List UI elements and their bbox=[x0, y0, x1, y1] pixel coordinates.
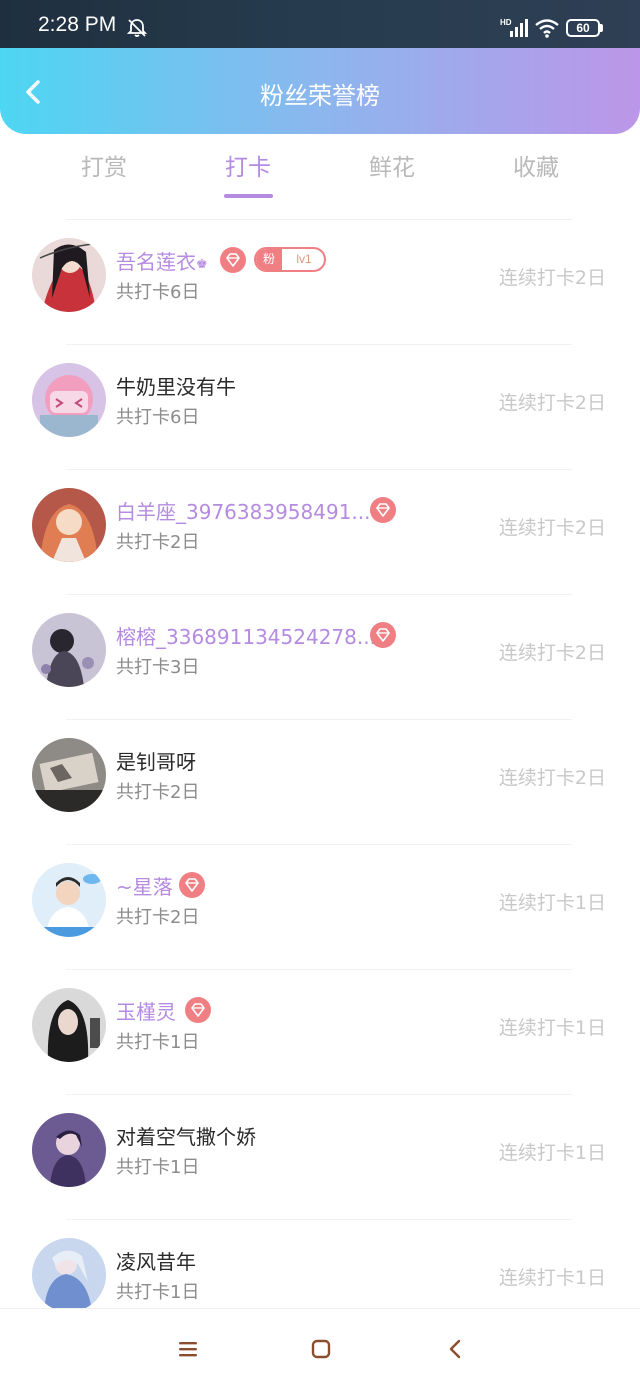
streak-checkin: 连续打卡1日 bbox=[498, 1017, 606, 1039]
avatar[interactable] bbox=[32, 363, 106, 437]
svg-text:HD: HD bbox=[500, 18, 512, 27]
streak-checkin: 连续打卡1日 bbox=[498, 1267, 606, 1289]
total-checkin: 共打卡2日 bbox=[116, 907, 200, 928]
hd-signal-icon: HD bbox=[500, 18, 528, 37]
user-name: 凌风昔年 bbox=[116, 1250, 196, 1274]
diamond-badge-icon bbox=[370, 497, 396, 523]
avatar[interactable] bbox=[32, 613, 106, 687]
user-name: 玉槿灵 bbox=[116, 1000, 176, 1024]
diamond-badge-icon bbox=[185, 997, 211, 1023]
fan-level-badge: 粉 lv1 bbox=[254, 247, 326, 272]
avatar[interactable] bbox=[32, 738, 106, 812]
page-title: 粉丝荣誉榜 bbox=[260, 82, 380, 110]
menu-icon[interactable] bbox=[177, 1339, 199, 1359]
home-icon[interactable] bbox=[310, 1338, 332, 1360]
wifi-icon bbox=[535, 19, 559, 38]
list-item[interactable]: 白羊座_3976383958491... 共打卡2日 连续打卡2日 bbox=[0, 470, 640, 595]
user-name: 白羊座_3976383958491... bbox=[116, 500, 371, 524]
list-item[interactable]: 吾名莲衣♚ 粉 lv1 共打卡6日 连续打卡2日 bbox=[0, 220, 640, 345]
crown-icon: ♚ bbox=[196, 257, 208, 272]
streak-checkin: 连续打卡2日 bbox=[498, 517, 606, 539]
system-nav-bar bbox=[0, 1308, 640, 1387]
tab-checkin[interactable]: 打卡 bbox=[188, 148, 308, 188]
streak-checkin: 连续打卡2日 bbox=[498, 392, 606, 414]
streak-checkin: 连续打卡1日 bbox=[498, 892, 606, 914]
list-item[interactable]: 对着空气撒个娇 共打卡1日 连续打卡1日 bbox=[0, 1095, 640, 1220]
list-item[interactable]: ~星落 共打卡2日 连续打卡1日 bbox=[0, 845, 640, 970]
avatar[interactable] bbox=[32, 1238, 106, 1312]
list-item[interactable]: 榕榕_336891134524278... 共打卡3日 连续打卡2日 bbox=[0, 595, 640, 720]
diamond-badge-icon bbox=[179, 872, 205, 898]
tab-reward[interactable]: 打赏 bbox=[44, 148, 164, 188]
status-time: 2:28 PM bbox=[38, 13, 117, 36]
diamond-badge-icon bbox=[370, 622, 396, 648]
list-item[interactable]: 是钊哥呀 共打卡2日 连续打卡2日 bbox=[0, 720, 640, 845]
tab-favorites[interactable]: 收藏 bbox=[476, 148, 596, 188]
total-checkin: 共打卡6日 bbox=[116, 282, 200, 303]
total-checkin: 共打卡6日 bbox=[116, 407, 200, 428]
total-checkin: 共打卡3日 bbox=[116, 657, 200, 678]
streak-checkin: 连续打卡2日 bbox=[498, 267, 606, 289]
avatar[interactable] bbox=[32, 988, 106, 1062]
streak-checkin: 连续打卡2日 bbox=[498, 642, 606, 664]
user-name: 是钊哥呀 bbox=[116, 750, 196, 774]
total-checkin: 共打卡1日 bbox=[116, 1157, 200, 1178]
total-checkin: 共打卡1日 bbox=[116, 1282, 200, 1303]
avatar[interactable] bbox=[32, 863, 106, 937]
avatar[interactable] bbox=[32, 238, 106, 312]
user-name: ~星落 bbox=[116, 875, 173, 899]
user-name: 榕榕_336891134524278... bbox=[116, 625, 376, 649]
back-icon[interactable] bbox=[446, 1338, 464, 1360]
total-checkin: 共打卡2日 bbox=[116, 782, 200, 803]
tab-bar: 打赏 打卡 鲜花 收藏 bbox=[0, 148, 640, 208]
streak-checkin: 连续打卡1日 bbox=[498, 1142, 606, 1164]
battery-icon: 60 bbox=[566, 19, 604, 37]
bell-muted-icon bbox=[126, 19, 148, 37]
avatar[interactable] bbox=[32, 488, 106, 562]
status-bar: 2:28 PM HD 60 bbox=[0, 0, 640, 48]
list-item[interactable]: 玉槿灵 共打卡1日 连续打卡1日 bbox=[0, 970, 640, 1095]
user-name: 对着空气撒个娇 bbox=[116, 1125, 256, 1149]
tab-active-indicator bbox=[224, 194, 273, 198]
streak-checkin: 连续打卡2日 bbox=[498, 767, 606, 789]
tab-flowers[interactable]: 鲜花 bbox=[332, 148, 452, 188]
diamond-badge-icon bbox=[220, 247, 246, 273]
avatar[interactable] bbox=[32, 1113, 106, 1187]
user-name: 吾名莲衣♚ bbox=[116, 250, 208, 274]
total-checkin: 共打卡2日 bbox=[116, 532, 200, 553]
battery-level: 60 bbox=[576, 21, 590, 35]
total-checkin: 共打卡1日 bbox=[116, 1032, 200, 1053]
fan-level: lv1 bbox=[296, 252, 312, 266]
fan-label: 粉 bbox=[256, 249, 282, 270]
user-name: 牛奶里没有牛 bbox=[116, 375, 236, 399]
header: 粉丝荣誉榜 bbox=[0, 48, 640, 134]
list-item[interactable]: 牛奶里没有牛 共打卡6日 连续打卡2日 bbox=[0, 345, 640, 470]
